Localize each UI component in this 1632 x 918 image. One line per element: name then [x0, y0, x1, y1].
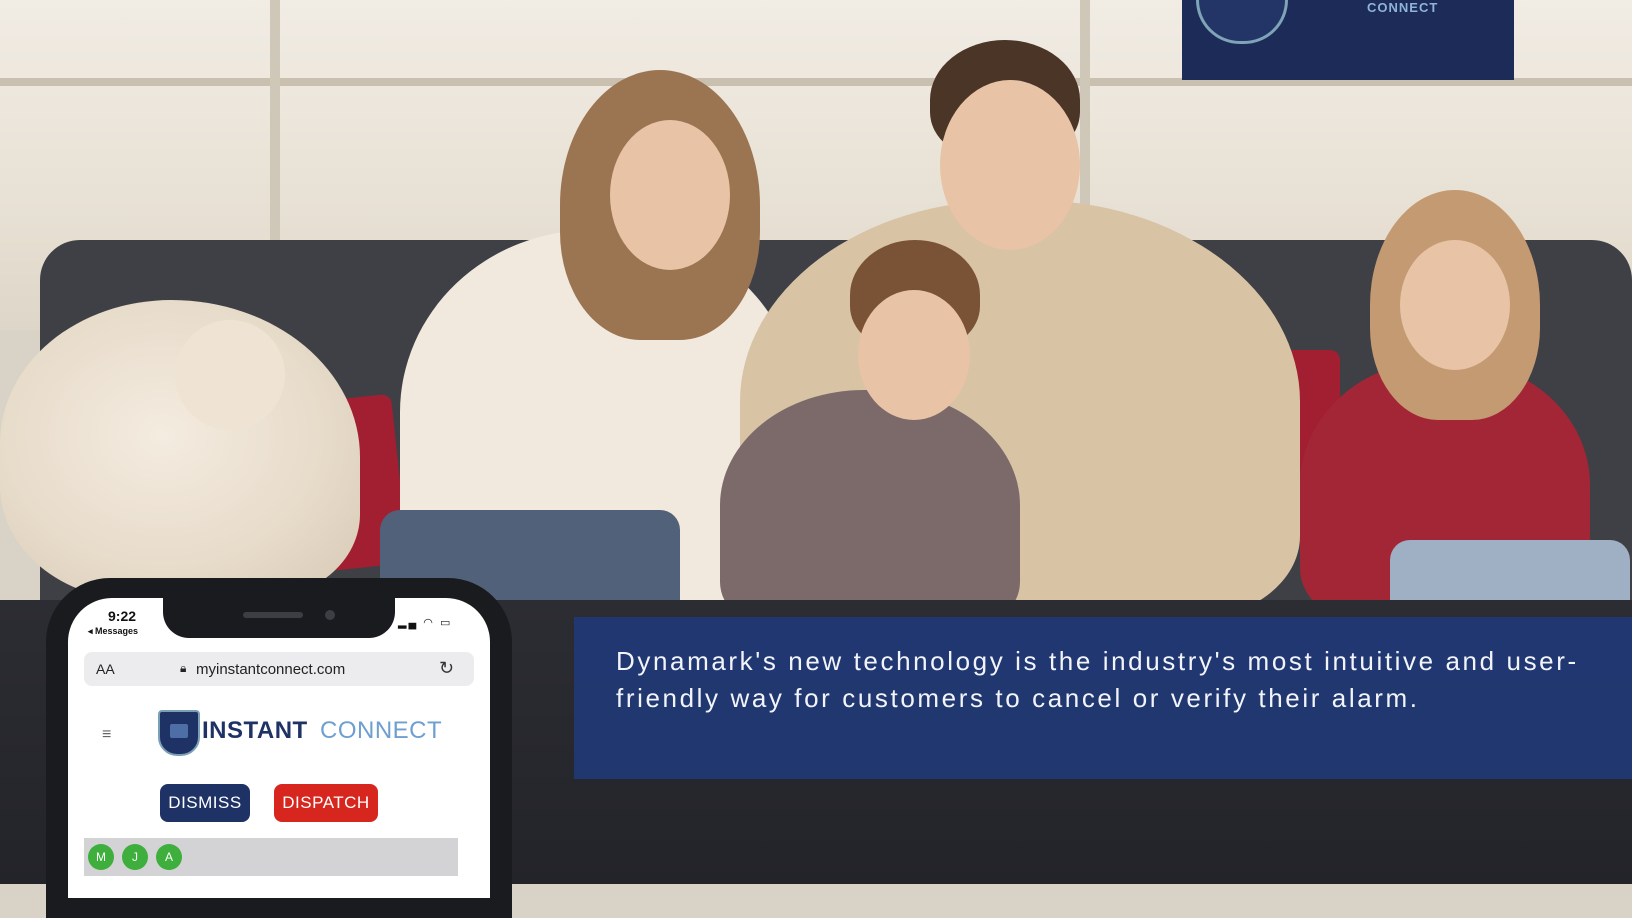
reload-icon[interactable]: ↻ [439, 658, 454, 679]
caption-banner: Dynamark's new technology is the industr… [574, 617, 1632, 779]
brand-word-instant: INSTANT [202, 717, 308, 744]
status-time: 9:22 [108, 608, 137, 624]
back-to-messages-link[interactable]: ◂ Messages [88, 626, 138, 637]
dog-head [175, 320, 285, 430]
signal-wifi-battery-icons: ▂▄ ◠ ▭ [398, 617, 453, 629]
camera-icon [325, 610, 335, 620]
phone-screen: 9:22 ◂ Messages ▂▄ ◠ ▭ AA 🔒︎ myinstantco… [68, 598, 490, 898]
hamburger-menu-icon[interactable]: ≡ [102, 726, 111, 744]
mother-face [610, 120, 730, 270]
text-size-button[interactable]: AA [96, 661, 115, 677]
browser-address-bar[interactable]: AA 🔒︎ myinstantconnect.com ↻ [84, 652, 474, 686]
shield-logo-icon [158, 710, 200, 756]
logo-badge-text: CONNECT [1367, 0, 1439, 15]
boy-face [858, 290, 970, 420]
participant-avatar[interactable]: A [156, 844, 182, 870]
lock-icon: 🔒︎ [180, 661, 187, 675]
participant-avatar[interactable]: M [88, 844, 114, 870]
shield-logo-icon [1196, 0, 1288, 44]
speaker-icon [243, 612, 303, 618]
father-face [940, 80, 1080, 250]
url-text: myinstantconnect.com [196, 661, 346, 678]
girl-face [1400, 240, 1510, 370]
brand-word-connect: CONNECT [320, 717, 443, 744]
dispatch-button[interactable]: DISPATCH [274, 784, 378, 822]
phone-notch [163, 598, 395, 638]
participant-avatar[interactable]: J [122, 844, 148, 870]
boy-plaid-shirt [720, 390, 1020, 630]
dismiss-button[interactable]: DISMISS [160, 784, 250, 822]
caption-text: Dynamark's new technology is the industr… [616, 646, 1579, 713]
instant-connect-logo-badge: CONNECT [1182, 0, 1514, 80]
